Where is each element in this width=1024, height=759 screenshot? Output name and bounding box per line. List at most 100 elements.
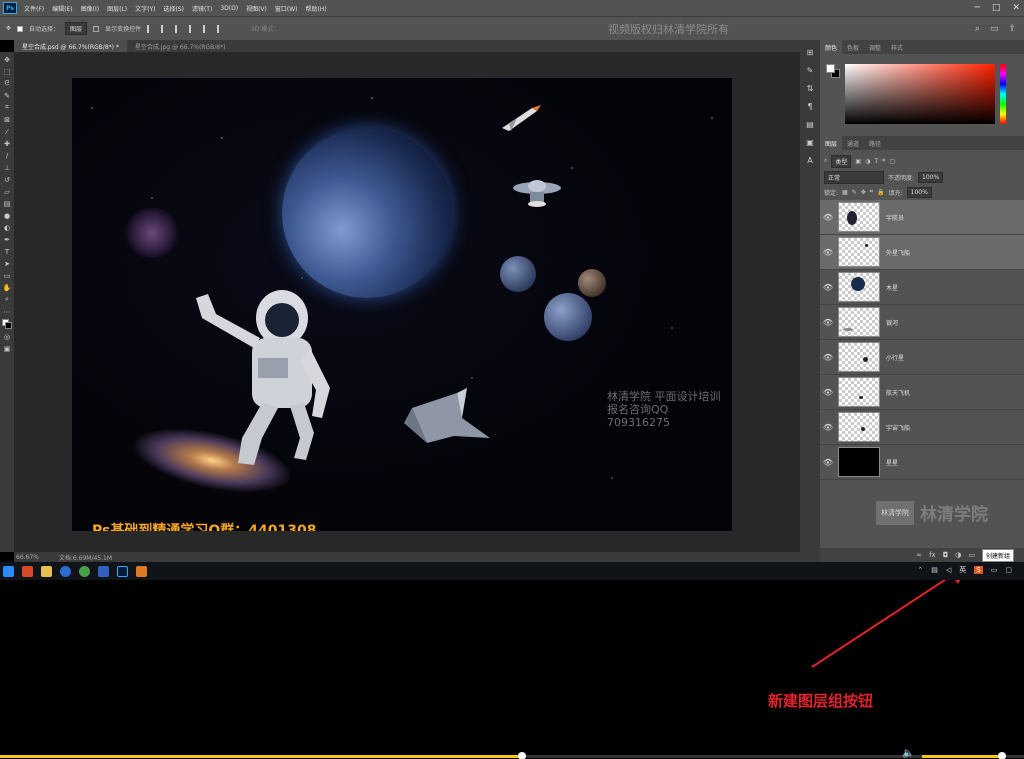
tab-psd[interactable]: 星空合成.psd @ 66.7%(RGB/8*) * (14, 40, 127, 52)
new-group-icon[interactable]: ▭ (968, 551, 975, 559)
input-language[interactable]: 英 (959, 565, 966, 575)
menu-view[interactable]: 视图(V) (242, 4, 271, 13)
lock-pixels-icon[interactable]: ▦ (842, 189, 848, 196)
layer-row[interactable]: 👁 木星 (820, 270, 1024, 305)
type-filter-icon[interactable]: T (874, 158, 878, 165)
hue-slider[interactable] (1000, 64, 1006, 124)
properties-icon[interactable]: ▤ (805, 120, 815, 130)
layer-row[interactable]: 👁 宇航员 (820, 200, 1024, 235)
volume-icon[interactable]: 🔈 (902, 748, 914, 759)
visibility-eye-icon[interactable]: 👁 (820, 213, 836, 222)
adjust-icon[interactable]: ⇅ (805, 84, 815, 94)
menu-help[interactable]: 帮助(H) (302, 4, 331, 13)
eraser-icon[interactable]: ▱ (3, 187, 12, 196)
tab-channels[interactable]: 通道 (842, 136, 864, 150)
visibility-eye-icon[interactable]: 👁 (820, 458, 836, 467)
align-bottom-icon[interactable] (217, 24, 225, 33)
auto-select-checkbox[interactable] (17, 25, 24, 32)
video-player[interactable]: 新建图层组按钮 🔈 (0, 580, 1024, 759)
minimize-button[interactable]: ─ (975, 3, 980, 13)
more-tools-icon[interactable]: ⋯ (3, 307, 12, 316)
align-top-icon[interactable] (189, 24, 197, 33)
app-icon[interactable] (22, 565, 33, 577)
opacity-input[interactable]: 100% (918, 171, 944, 183)
color-field[interactable] (845, 64, 995, 124)
path-select-icon[interactable]: ➤ (3, 259, 12, 268)
fg-bg-swatches[interactable] (826, 64, 840, 78)
hand-icon[interactable]: ✋ (3, 283, 12, 292)
volume-bar[interactable] (922, 755, 1002, 758)
crop-icon[interactable]: ⌗ (3, 103, 12, 112)
menu-3d[interactable]: 3D(D) (216, 5, 242, 12)
menu-file[interactable]: 文件(F) (20, 4, 48, 13)
move-icon[interactable]: ✥ (3, 55, 12, 64)
lasso-icon[interactable]: ᘓ (3, 79, 12, 88)
progress-knob[interactable] (518, 752, 527, 759)
gradient-icon[interactable]: ▤ (3, 199, 12, 208)
progress-bar[interactable] (0, 752, 1024, 759)
search-icon[interactable]: ⌕ (975, 24, 980, 34)
tab-layers[interactable]: 图层 (820, 136, 843, 150)
filter-kind-dropdown[interactable]: 类型 (831, 154, 852, 168)
tab-swatches[interactable]: 色板 (842, 40, 864, 54)
windows-start-icon[interactable] (3, 565, 14, 577)
history-brush-icon[interactable]: ↺ (3, 175, 12, 184)
menu-edit[interactable]: 编辑(E) (48, 4, 76, 13)
visibility-eye-icon[interactable]: 👁 (820, 388, 836, 397)
pen-icon[interactable]: ✒ (3, 235, 12, 244)
volume-icon[interactable]: ◁ (946, 566, 951, 574)
layer-row[interactable]: 👁 航天飞机 (820, 375, 1024, 410)
app-icon[interactable] (98, 565, 109, 577)
chrome-icon[interactable] (79, 565, 90, 577)
show-transform-checkbox[interactable] (93, 25, 100, 32)
menu-image[interactable]: 图像(I) (77, 4, 103, 13)
lock-move-icon[interactable]: ✥ (861, 189, 866, 196)
brush-icon[interactable]: ∕ (3, 151, 12, 160)
marquee-icon[interactable]: ⬚ (3, 67, 12, 76)
browser-icon[interactable] (60, 565, 71, 577)
artboard[interactable]: 林清学院 平面设计培训 报名咨询QQ 709316275 Ps基础到精通学习Q群… (72, 78, 732, 531)
adjust-filter-icon[interactable]: ◑ (865, 158, 870, 165)
align-middle-icon[interactable] (203, 24, 211, 33)
pixel-filter-icon[interactable]: ▣ (855, 158, 861, 165)
tab-paths[interactable]: 路径 (864, 136, 886, 150)
desktop-icon[interactable]: ▭ (991, 566, 998, 574)
glyphs-icon[interactable]: A (805, 156, 815, 166)
shape-icon[interactable]: ▭ (3, 271, 12, 280)
fill-input[interactable]: 100% (906, 186, 932, 198)
mask-icon[interactable]: ◘ (943, 551, 949, 559)
align-center-icon[interactable] (161, 24, 169, 33)
brush-settings-icon[interactable]: ✎ (805, 66, 815, 76)
zoom-icon[interactable]: ⌕ (3, 295, 12, 304)
layer-row[interactable]: 👁 宇宙飞船 (820, 410, 1024, 445)
eyedropper-icon[interactable]: ⁄ (3, 127, 12, 136)
lock-paint-icon[interactable]: ✎ (852, 189, 857, 196)
ime-icon[interactable]: S (974, 566, 983, 574)
blur-icon[interactable]: ● (3, 211, 12, 220)
tab-color[interactable]: 颜色 (820, 40, 843, 54)
lock-artboard-icon[interactable]: ⌗ (870, 188, 873, 196)
layer-row[interactable]: 👁 外星飞船 (820, 235, 1024, 270)
layer-row[interactable]: 👁 星星 (820, 445, 1024, 480)
menu-select[interactable]: 选择(S) (159, 4, 188, 13)
volume-knob[interactable] (998, 752, 1006, 759)
shape-filter-icon[interactable]: ⌗ (882, 157, 885, 165)
smart-filter-icon[interactable]: ▢ (889, 158, 895, 165)
fx-icon[interactable]: fx (929, 551, 936, 559)
color-swatches-icon[interactable] (2, 319, 12, 329)
move-tool-icon[interactable]: ✥ (6, 25, 11, 32)
libraries-icon[interactable]: ▣ (805, 138, 815, 148)
adjustment-layer-icon[interactable]: ◑ (955, 551, 961, 559)
canvas-area[interactable]: 林清学院 平面设计培训 报名咨询QQ 709316275 Ps基础到精通学习Q群… (14, 52, 800, 552)
menu-layer[interactable]: 图层(L) (103, 4, 131, 13)
visibility-eye-icon[interactable]: 👁 (820, 353, 836, 362)
share-icon[interactable]: ⇪ (1008, 24, 1016, 34)
visibility-eye-icon[interactable]: 👁 (820, 318, 836, 327)
frame-icon[interactable]: ⊠ (3, 115, 12, 124)
close-button[interactable]: ✕ (1012, 3, 1020, 13)
notifications-icon[interactable]: ▢ (1005, 566, 1012, 574)
tab-jpg[interactable]: 星空合成.jpg @ 66.7%(RGB/8*) (127, 40, 234, 52)
quick-select-icon[interactable]: ✎ (3, 91, 12, 100)
link-icon[interactable]: ∞ (916, 551, 922, 559)
tab-styles[interactable]: 样式 (886, 40, 908, 54)
